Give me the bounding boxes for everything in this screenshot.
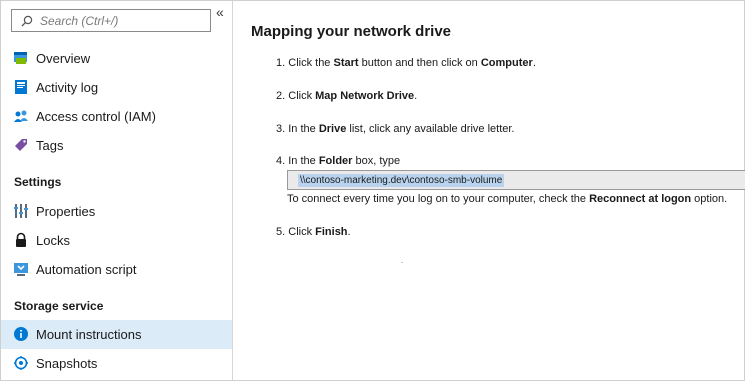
step-bold-text: Folder xyxy=(318,155,353,167)
section-heading-settings: Settings xyxy=(14,175,62,189)
sidebar-item-label: Automation script xyxy=(36,262,137,277)
info-icon xyxy=(13,326,29,342)
tag-icon xyxy=(13,137,29,153)
step-text: option. xyxy=(691,193,728,205)
automation-script-icon xyxy=(13,261,29,277)
lock-icon xyxy=(13,232,29,248)
step-bold-text: Finish xyxy=(315,226,348,238)
sidebar-item-label: Mount instructions xyxy=(36,327,142,342)
step-1: 1. Click the Start button and then click… xyxy=(276,57,536,69)
stray-mark xyxy=(401,262,403,263)
step-number: 2. xyxy=(276,90,286,102)
step-text: In the xyxy=(285,123,319,135)
step-number: 3. xyxy=(276,123,286,135)
search-input[interactable] xyxy=(40,12,205,29)
sidebar-item-label: Activity log xyxy=(36,80,99,95)
step-text: box, type xyxy=(352,155,401,167)
sidebar-item-label: Locks xyxy=(36,233,70,248)
step-text: list, click any available drive letter. xyxy=(346,123,515,135)
properties-sliders-icon xyxy=(13,203,29,219)
step-text: . xyxy=(532,57,536,69)
search-box[interactable] xyxy=(11,9,211,32)
sidebar-item-overview[interactable]: Overview xyxy=(1,44,232,73)
sidebar-item-tags[interactable]: Tags xyxy=(1,131,232,160)
step-4: 4. In the Folder box, type xyxy=(276,155,400,167)
sidebar-item-mount-instructions[interactable]: Mount instructions xyxy=(1,320,232,349)
sidebar-item-label: Access control (IAM) xyxy=(36,109,156,124)
step-text: . xyxy=(414,90,418,102)
iam-users-icon xyxy=(13,108,29,124)
overview-icon xyxy=(13,50,29,66)
sidebar-item-access-control[interactable]: Access control (IAM) xyxy=(1,102,232,131)
sidebar-item-automation-script[interactable]: Automation script xyxy=(1,255,232,284)
sidebar-item-locks[interactable]: Locks xyxy=(1,226,232,255)
activity-log-icon xyxy=(13,79,29,95)
step-bold-text: Drive xyxy=(318,123,347,135)
sidebar: « Overview Activity log Access control (… xyxy=(1,1,233,380)
step-text: Click xyxy=(285,90,316,102)
sidebar-item-label: Snapshots xyxy=(36,356,98,371)
sidebar-item-label: Overview xyxy=(36,51,91,66)
step-text: Click xyxy=(285,226,316,238)
step-bold-text: Start xyxy=(333,57,359,69)
sidebar-item-label: Tags xyxy=(36,138,64,153)
step-text: button and then click on xyxy=(358,57,481,69)
step-bold-text: Map Network Drive xyxy=(315,90,415,102)
step-text: . xyxy=(347,226,351,238)
sidebar-item-activity-log[interactable]: Activity log xyxy=(1,73,232,102)
step-bold-text: Computer xyxy=(480,57,533,69)
page-title: Mapping your network drive xyxy=(251,23,452,40)
step-text: Click the xyxy=(285,57,334,69)
step-3: 3. In the Drive list, click any availabl… xyxy=(276,123,515,135)
snapshot-icon xyxy=(13,355,29,371)
sidebar-item-properties[interactable]: Properties xyxy=(1,197,232,226)
folder-path-field[interactable]: \\contoso-marketing.dev\contoso-smb-volu… xyxy=(287,170,745,190)
collapse-sidebar-icon[interactable]: « xyxy=(216,4,224,20)
folder-path-text[interactable]: \\contoso-marketing.dev\contoso-smb-volu… xyxy=(298,174,505,187)
step-text: In the xyxy=(285,155,319,167)
reconnect-note: To connect every time you log on to your… xyxy=(287,193,727,205)
step-2: 2. Click Map Network Drive. xyxy=(276,90,417,102)
sidebar-item-snapshots[interactable]: Snapshots xyxy=(1,349,232,378)
main-content: Mapping your network drive 1. Click the … xyxy=(234,1,745,380)
step-number: 4. xyxy=(276,155,286,167)
step-text: To connect every time you log on to your… xyxy=(287,193,590,205)
sidebar-item-label: Properties xyxy=(36,204,96,219)
step-bold-text: Reconnect at logon xyxy=(589,193,692,205)
search-icon xyxy=(21,14,33,32)
step-number: 5. xyxy=(276,226,286,238)
step-5: 5. Click Finish. xyxy=(276,226,351,238)
step-number: 1. xyxy=(276,57,286,69)
section-heading-storage-service: Storage service xyxy=(14,299,104,313)
